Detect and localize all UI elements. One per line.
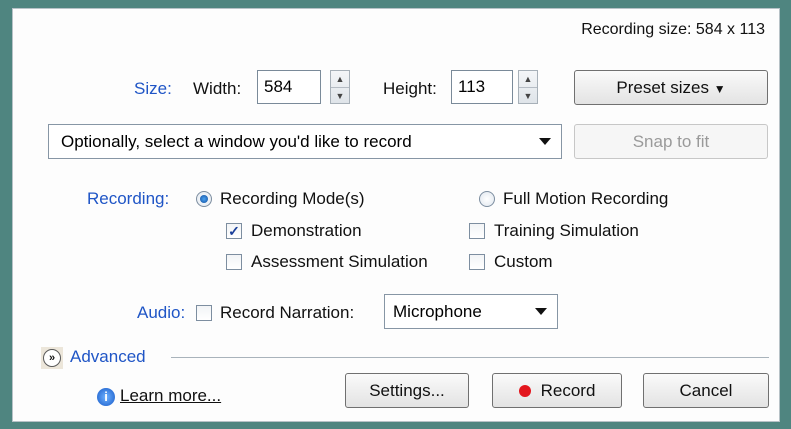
chevron-down-icon xyxy=(535,307,547,315)
full-motion-radio[interactable] xyxy=(479,191,495,207)
cancel-button[interactable]: Cancel xyxy=(643,373,769,408)
record-narration-checkbox[interactable] xyxy=(196,305,212,321)
assessment-simulation-label[interactable]: Assessment Simulation xyxy=(251,252,428,272)
height-label: Height: xyxy=(383,79,437,98)
demonstration-checkbox[interactable]: ✓ xyxy=(226,223,242,239)
assessment-simulation-checkbox[interactable] xyxy=(226,254,242,270)
audio-label: Audio: xyxy=(137,303,186,322)
custom-checkbox[interactable] xyxy=(469,254,485,270)
dropdown-arrow-icon: ▼ xyxy=(713,82,726,96)
audio-device-value: Microphone xyxy=(393,302,482,321)
custom-label[interactable]: Custom xyxy=(494,252,553,272)
height-spinner[interactable]: ▲ ▼ xyxy=(518,70,538,104)
expand-advanced-icon[interactable]: » xyxy=(41,347,63,369)
snap-to-fit-label: Snap to fit xyxy=(632,132,710,151)
height-up-icon[interactable]: ▲ xyxy=(519,71,537,87)
demonstration-label[interactable]: Demonstration xyxy=(251,221,362,241)
width-input[interactable] xyxy=(257,70,321,104)
recording-dialog: Recording size: 584 x 113 Size: Width: ▲… xyxy=(12,8,780,422)
size-label: Size: xyxy=(134,79,172,98)
width-up-icon[interactable]: ▲ xyxy=(331,71,349,87)
height-input[interactable] xyxy=(451,70,513,104)
cancel-label: Cancel xyxy=(679,381,733,400)
snap-to-fit-button[interactable]: Snap to fit xyxy=(574,124,768,159)
info-icon: i xyxy=(97,388,115,406)
recording-label: Recording: xyxy=(87,189,170,208)
recording-mode-radio[interactable] xyxy=(196,191,212,207)
audio-device-select[interactable]: Microphone xyxy=(384,294,558,329)
advanced-divider xyxy=(171,357,769,358)
chevron-down-icon xyxy=(539,137,551,145)
preset-sizes-button[interactable]: Preset sizes ▼ xyxy=(574,70,768,105)
learn-more-link[interactable]: Learn more... xyxy=(120,386,221,406)
training-simulation-label[interactable]: Training Simulation xyxy=(494,221,639,241)
advanced-label[interactable]: Advanced xyxy=(70,347,146,367)
record-narration-label[interactable]: Record Narration: xyxy=(220,303,354,323)
record-button[interactable]: Record xyxy=(492,373,622,408)
settings-label: Settings... xyxy=(369,381,445,400)
width-spinner[interactable]: ▲ ▼ xyxy=(330,70,350,104)
width-label: Width: xyxy=(193,79,242,98)
width-down-icon[interactable]: ▼ xyxy=(331,87,349,104)
window-select-value: Optionally, select a window you'd like t… xyxy=(61,132,412,151)
recording-size-label: Recording size: 584 x 113 xyxy=(581,21,765,38)
height-down-icon[interactable]: ▼ xyxy=(519,87,537,104)
preset-sizes-label: Preset sizes xyxy=(616,78,709,97)
training-simulation-checkbox[interactable] xyxy=(469,223,485,239)
full-motion-label[interactable]: Full Motion Recording xyxy=(503,189,668,209)
recording-mode-label[interactable]: Recording Mode(s) xyxy=(220,189,365,209)
record-label: Record xyxy=(540,381,596,400)
settings-button[interactable]: Settings... xyxy=(345,373,469,408)
window-select[interactable]: Optionally, select a window you'd like t… xyxy=(48,124,562,159)
record-dot-icon xyxy=(518,385,531,397)
